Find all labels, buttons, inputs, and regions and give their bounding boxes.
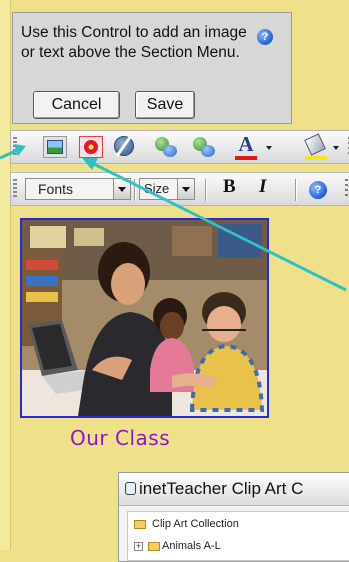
clip-art-window-title: inetTeacher Clip Art C <box>139 479 304 498</box>
font-size-label: Size <box>144 181 170 196</box>
toolbar-separator <box>205 179 207 201</box>
toolbar-overflow-dots[interactable] <box>345 179 348 199</box>
format-toolbar: Fonts Size B I ? <box>10 172 349 206</box>
font-color-icon: A <box>238 132 254 156</box>
tooltip-panel: Use this Control to add an image or text… <box>12 12 292 124</box>
help-icon[interactable]: ? <box>309 181 327 199</box>
clip-art-icon <box>84 140 98 154</box>
font-family-select[interactable]: Fonts <box>25 178 131 200</box>
chevron-down-icon[interactable] <box>177 179 194 199</box>
tree-item-animals[interactable]: Animals A-L <box>162 540 221 552</box>
photo-caption: Our Class <box>70 426 171 450</box>
help-icon[interactable]: ? <box>257 29 273 45</box>
paint-bucket-icon <box>304 133 326 156</box>
font-color-dropdown-arrow[interactable] <box>266 146 272 150</box>
hyperlink-button[interactable] <box>113 136 137 158</box>
bold-button[interactable]: B <box>223 176 236 198</box>
italic-button[interactable]: I <box>259 176 266 198</box>
people-add-button[interactable] <box>191 135 217 159</box>
folder-icon <box>134 520 146 529</box>
font-size-select[interactable]: Size <box>139 178 195 200</box>
cancel-button[interactable]: Cancel <box>33 91 120 119</box>
clip-art-window-titlebar[interactable]: inetTeacher Clip Art C <box>119 473 349 506</box>
insert-image-button[interactable] <box>43 136 67 158</box>
font-family-label: Fonts <box>38 181 74 197</box>
toolbar-grip[interactable] <box>13 137 17 157</box>
left-edge-strip <box>0 0 11 550</box>
people-button[interactable] <box>153 135 179 159</box>
tree-item-clip-art-collection[interactable]: Clip Art Collection <box>152 518 239 530</box>
clip-art-tree: Clip Art Collection + Animals A-L <box>127 511 349 561</box>
image-icon <box>47 140 63 154</box>
highlight-color-dropdown-arrow[interactable] <box>333 146 339 150</box>
tooltip-text: Use this Control to add an image or text… <box>21 24 247 61</box>
toolbar-separator <box>295 179 297 201</box>
font-color-button[interactable]: A <box>234 134 258 160</box>
clip-art-window: inetTeacher Clip Art C Clip Art Collecti… <box>118 472 349 562</box>
browser-logo-icon <box>125 482 136 495</box>
insert-toolbar: A <box>10 130 349 164</box>
chevron-down-icon[interactable] <box>113 179 130 199</box>
toolbar-grip[interactable] <box>13 179 17 199</box>
save-button[interactable]: Save <box>135 91 195 119</box>
toolbar-separator <box>134 179 136 201</box>
insert-clip-art-button[interactable] <box>79 136 103 158</box>
highlight-color-button[interactable] <box>303 133 329 160</box>
classroom-photo <box>20 218 269 418</box>
